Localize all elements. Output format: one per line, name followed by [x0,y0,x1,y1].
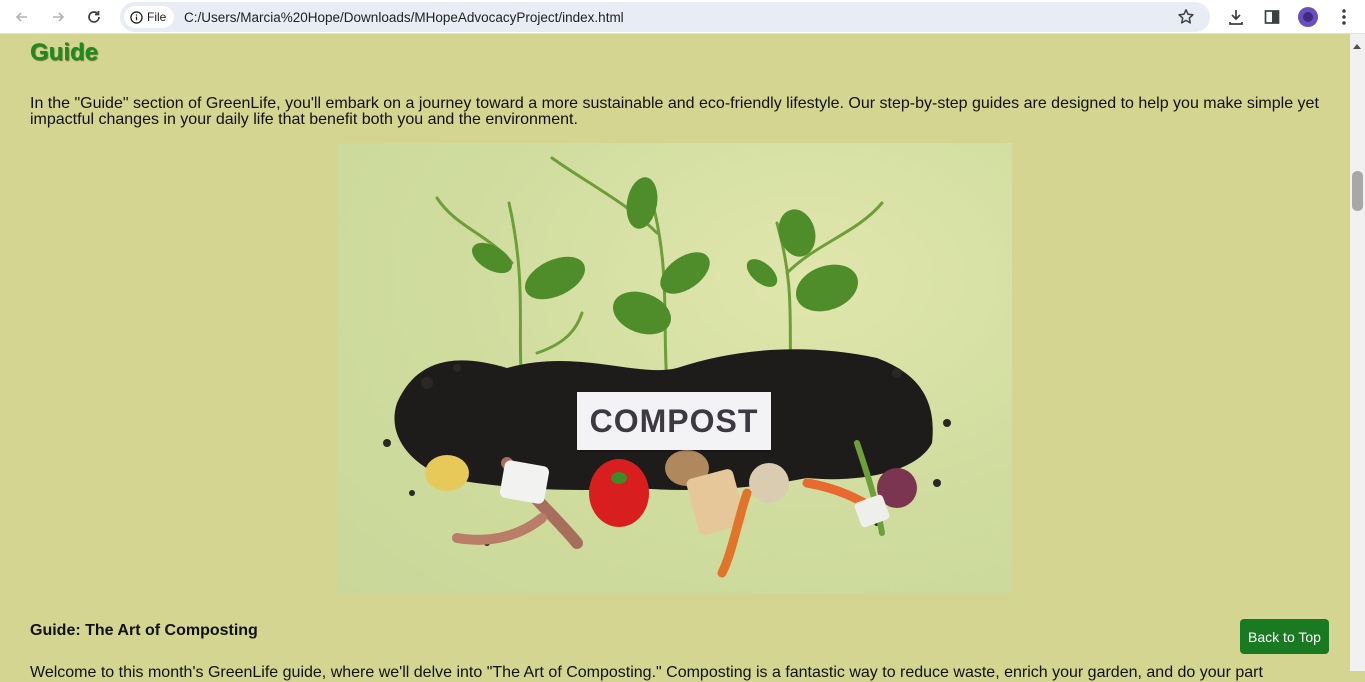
section-heading: Guide [30,39,99,66]
back-to-top-button[interactable]: Back to Top [1240,619,1329,654]
info-icon [130,10,143,24]
back-arrow-icon[interactable] [10,5,34,29]
browser-toolbar: File C:/Users/Marcia%20Hope/Downloads/MH… [0,0,1365,34]
profile-avatar-icon[interactable] [1296,5,1320,29]
site-info-label: File [147,10,167,24]
guide-title: Guide: The Art of Composting [30,622,258,639]
side-panel-icon[interactable] [1260,5,1284,29]
guide-intro-paragraph: Welcome to this month's GreenLife guide,… [30,664,1263,681]
vertical-scrollbar[interactable] [1350,34,1365,671]
intro-paragraph: In the "Guide" section of GreenLife, you… [30,95,1319,128]
site-info-chip[interactable]: File [124,6,174,28]
compost-sign: COMPOST [577,392,771,450]
scrollbar-thumb[interactable] [1352,171,1363,211]
compost-image: COMPOST [337,143,1012,593]
address-bar[interactable]: File C:/Users/Marcia%20Hope/Downloads/MH… [120,2,1210,32]
download-icon[interactable] [1224,5,1248,29]
forward-arrow-icon[interactable] [46,5,70,29]
menu-kebab-icon[interactable] [1332,5,1356,29]
url-text[interactable]: C:/Users/Marcia%20Hope/Downloads/MHopeAd… [184,10,624,25]
star-icon[interactable] [1174,5,1198,29]
reload-icon[interactable] [82,5,106,29]
scroll-up-arrow-icon[interactable] [1353,44,1361,49]
